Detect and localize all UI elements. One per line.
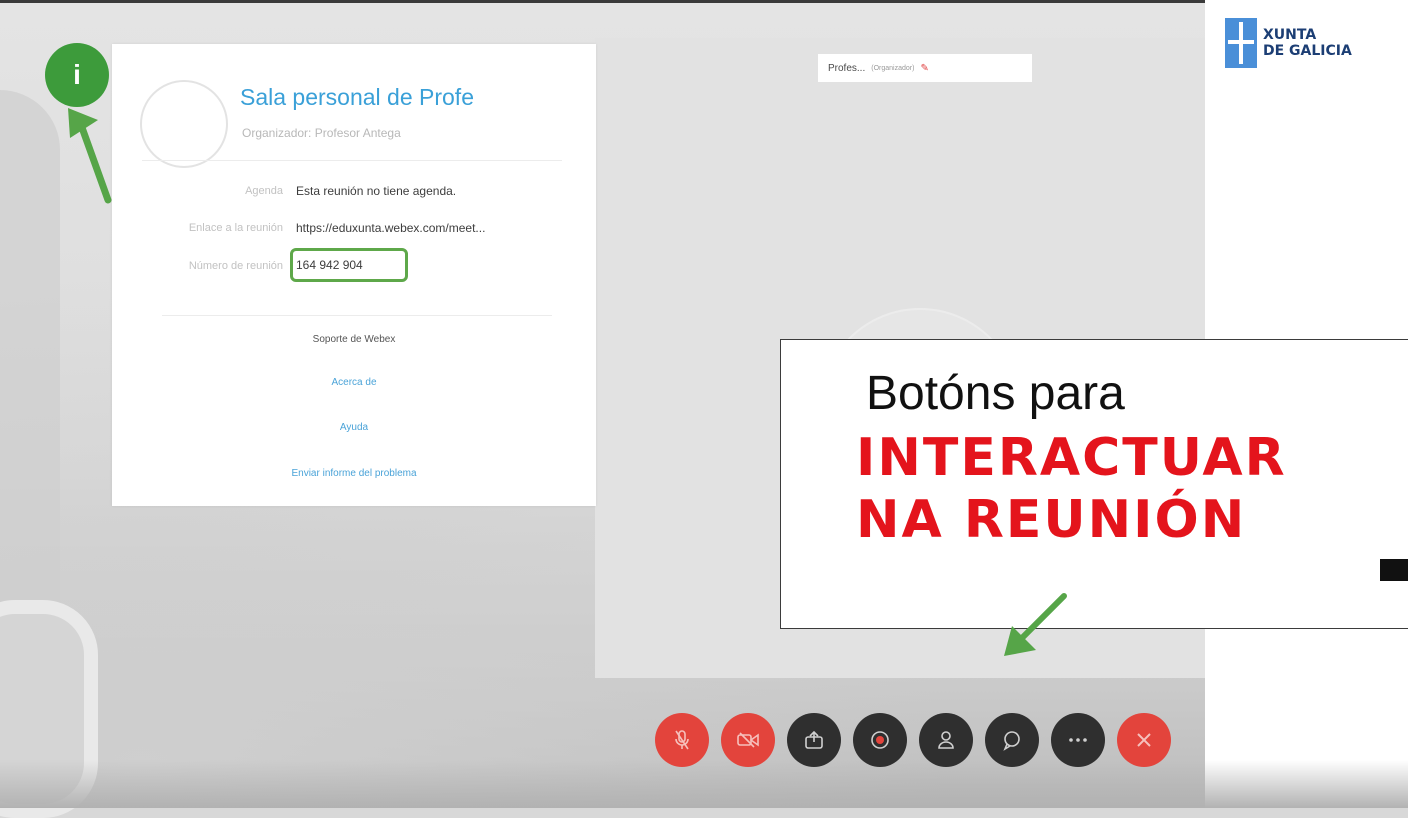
- participant-role: (Organizador): [871, 64, 915, 72]
- meeting-link[interactable]: https://eduxunta.webex.com/meet...: [296, 221, 485, 235]
- about-link[interactable]: Acerca de: [112, 377, 596, 388]
- stop-video-button[interactable]: [721, 713, 775, 767]
- bottom-shadow: [0, 760, 1408, 808]
- participants-button[interactable]: [919, 713, 973, 767]
- xunta-logo: XUNTA DE GALICIA: [1225, 18, 1352, 68]
- agenda-label: Agenda: [245, 185, 283, 197]
- agenda-value: Esta reunión no tiene agenda.: [296, 184, 457, 198]
- info-icon: i: [73, 59, 81, 90]
- chat-button[interactable]: [985, 713, 1039, 767]
- divider: [162, 315, 552, 316]
- active-speaker-tab[interactable]: Profes... (Organizador) ✎: [818, 54, 1032, 82]
- help-link[interactable]: Ayuda: [112, 422, 596, 433]
- report-problem-link[interactable]: Enviar informe del problema: [112, 468, 596, 479]
- banner-line-3: NA REUNIÓN: [856, 490, 1247, 550]
- record-button[interactable]: [853, 713, 907, 767]
- close-icon: [1137, 733, 1151, 747]
- organizer-avatar: [140, 80, 228, 168]
- meeting-info-button[interactable]: i: [45, 43, 109, 107]
- share-button[interactable]: [787, 713, 841, 767]
- top-border: [0, 0, 1408, 3]
- record-icon: [871, 731, 889, 749]
- xunta-logo-mark: [1225, 18, 1257, 68]
- banner-line-2: INTERACTUAR: [856, 428, 1287, 488]
- number-label: Número de reunión: [188, 260, 283, 272]
- banner-line-1: Botóns para: [866, 367, 1125, 420]
- chat-icon: [1003, 731, 1020, 751]
- webex-support-link[interactable]: Soporte de Webex: [112, 334, 596, 345]
- more-icon: [1069, 738, 1087, 742]
- microphone-icon: [675, 730, 689, 750]
- mute-button[interactable]: [655, 713, 709, 767]
- meeting-info-card: Sala personal de Profe Organizador: Prof…: [112, 44, 596, 506]
- leave-button[interactable]: [1117, 713, 1171, 767]
- mic-muted-icon: ✎: [920, 62, 929, 74]
- room-organizer: Organizador: Profesor Antega: [242, 126, 401, 140]
- divider: [142, 160, 562, 161]
- link-label: Enlace a la reunión: [188, 222, 283, 234]
- participant-name: Profes...: [828, 62, 866, 74]
- meeting-controls: [655, 713, 1171, 767]
- more-button[interactable]: [1051, 713, 1105, 767]
- participants-icon: [938, 731, 954, 749]
- banner-period: [1380, 559, 1408, 581]
- room-title: Sala personal de Profe: [240, 84, 474, 110]
- tutorial-banner: Botóns para INTERACTUAR NA REUNIÓN: [780, 339, 1408, 629]
- arrow-down-icon: [1004, 593, 1067, 656]
- share-icon: [805, 730, 823, 749]
- xunta-logo-text: XUNTA DE GALICIA: [1263, 27, 1352, 59]
- video-camera-icon: [737, 732, 759, 748]
- meeting-number-highlight: [290, 248, 408, 282]
